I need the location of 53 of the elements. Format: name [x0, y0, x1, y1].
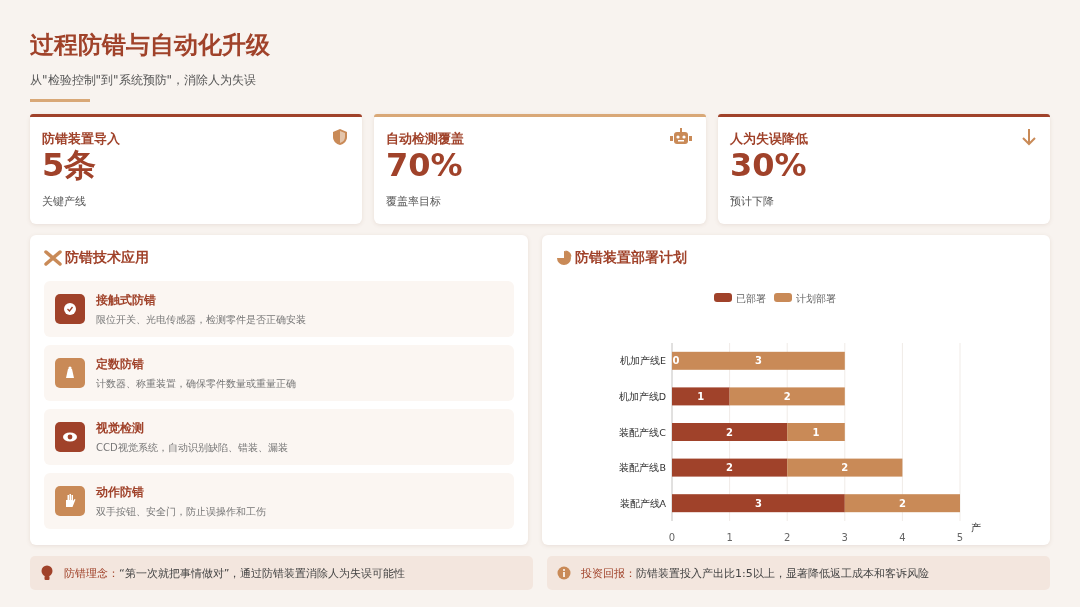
legend-label: 已部署	[736, 292, 766, 304]
bar-value-label: 2	[898, 497, 906, 509]
stat-label: 人为失误降低	[730, 131, 808, 146]
shield-icon	[332, 128, 348, 146]
axis-tick-label: 5	[956, 532, 964, 541]
category-label: 装配产线A	[619, 497, 666, 509]
stat-note: 覆盖率目标	[386, 194, 441, 209]
technique-title: 视觉检测	[96, 419, 144, 437]
pie-chart-icon	[556, 250, 572, 266]
bar-value-label: 1	[697, 390, 705, 402]
info-icon	[557, 565, 571, 581]
technique-description: 双手按钮、安全门，防止误操作和工伤	[96, 504, 266, 519]
page-subtitle: 从"检验控制"到"系统预防"，消除人为失误	[30, 72, 257, 89]
stat-label: 自动检测覆盖	[386, 131, 464, 146]
panel-title: 防错装置部署计划	[575, 249, 687, 267]
legend-label: 计划部署	[796, 292, 836, 304]
axis-tick-label: 3	[841, 532, 848, 541]
category-label: 装配产线C	[619, 426, 666, 438]
panel-title: 防错技术应用	[65, 249, 149, 267]
technique-description: 计数器、称重装置，确保零件数量或重量正确	[96, 376, 296, 391]
axis-tick-label: 0	[668, 532, 676, 541]
bar-value-label: 0	[672, 355, 680, 367]
bar-value-label: 3	[754, 355, 762, 367]
technique-description: CCD视觉系统，自动识别缺陷、错装、漏装	[96, 440, 288, 455]
stat-note: 预计下降	[730, 194, 774, 209]
technique-description: 限位开关、光电传感器，检测零件是否正确安装	[96, 312, 306, 327]
technique-title: 定数防错	[96, 355, 144, 373]
stat-value: 5条	[42, 148, 97, 182]
technique-title: 接触式防错	[96, 291, 156, 309]
bar-value-label: 2	[783, 390, 791, 402]
bar-value-label: 1	[812, 426, 820, 438]
bar-value-label: 2	[726, 426, 734, 438]
stat-value: 70%	[386, 148, 463, 182]
lightbulb-icon	[40, 565, 54, 581]
axis-tick-label: 4	[899, 532, 906, 541]
page-title: 过程防错与自动化升级	[30, 30, 270, 61]
category-label: 装配产线B	[619, 462, 666, 474]
stat-value: 30%	[730, 148, 807, 182]
robot-icon	[670, 128, 692, 146]
arrow-down-icon	[1022, 128, 1036, 146]
bar-value-label: 2	[841, 462, 849, 474]
note-text: 防错理念：“第一次就把事情做对”，通过防错装置消除人为失误可能性	[64, 565, 406, 581]
bar-value-label: 2	[726, 462, 734, 474]
stat-note: 关键产线	[42, 194, 86, 209]
category-label: 机加产线D	[618, 390, 666, 402]
category-label: 机加产线E	[620, 355, 666, 367]
stat-label: 防错装置导入	[42, 131, 120, 146]
axis-tick-label: 2	[784, 532, 791, 541]
bar-value-label: 3	[754, 497, 762, 509]
axis-tick-label: 1	[726, 532, 733, 541]
axis-title: 产	[971, 522, 981, 533]
note-text: 投资回报：防错装置投入产出比1:5以上，显著降低返工成本和客诉风险	[581, 565, 929, 581]
technique-title: 动作防错	[96, 483, 144, 501]
